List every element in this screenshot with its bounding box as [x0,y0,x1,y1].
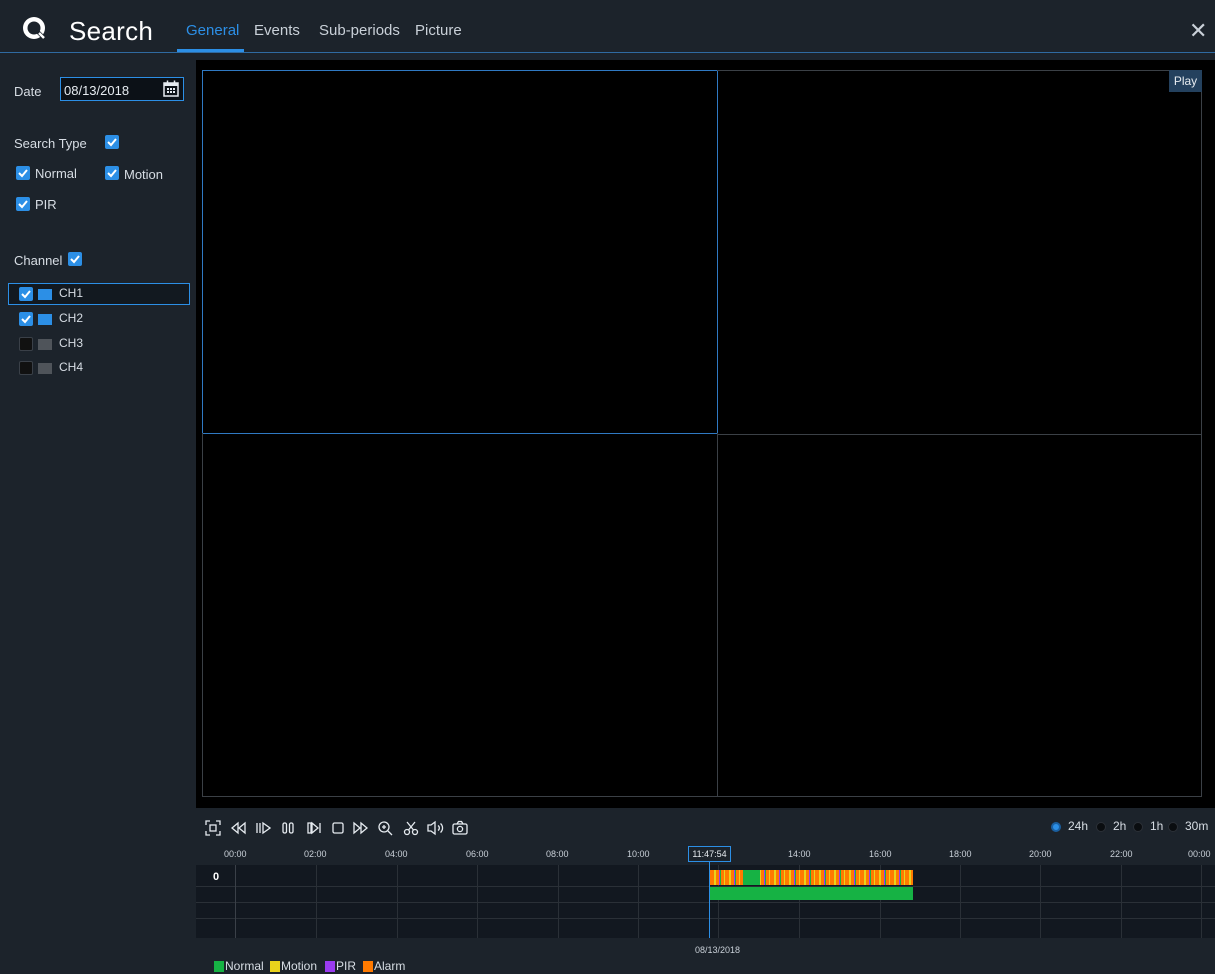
tab-general[interactable]: General [186,22,239,39]
legend-normal-swatch [214,961,224,972]
timeline-gridline [316,865,317,938]
scale-2h-radio[interactable] [1096,822,1106,832]
tick-label: 04:00 [385,849,408,859]
timeline-gridline [960,865,961,938]
tick-label: 14:00 [788,849,811,859]
ch1-label: CH1 [59,286,84,300]
volume-icon[interactable] [427,820,444,836]
ch2-color-icon [38,314,52,325]
scale-2h-label: 2h [1113,819,1127,833]
scale-24h-label: 24h [1068,819,1089,833]
timeline-row-divider [196,902,1215,903]
zoom-icon[interactable] [377,820,393,836]
timeline-gridline [477,865,478,938]
pause-icon[interactable] [280,820,296,836]
tick-label: 00:00 [1188,849,1211,859]
timeline-gridline [558,865,559,938]
normal-label: Normal [35,166,77,181]
timeline-playhead[interactable] [709,862,710,938]
play-button[interactable]: Play [1169,70,1202,92]
video-tile-1[interactable] [202,70,718,434]
step-frame-icon[interactable] [306,820,322,836]
timeline-channel-marker: 0 [213,871,220,883]
legend-alarm-label: Alarm [374,959,406,973]
tick-label: 22:00 [1110,849,1133,859]
fullscreen-icon[interactable] [205,820,221,836]
calendar-icon[interactable] [163,80,179,97]
normal-checkbox[interactable] [16,166,30,180]
video-tile-3[interactable] [202,433,718,797]
stop-icon[interactable] [330,820,346,836]
ch3-checkbox[interactable] [19,337,33,351]
motion-checkbox[interactable] [105,166,119,180]
channel-all-checkbox[interactable] [68,252,82,266]
timeline-gridline [235,865,236,938]
scale-1h-label: 1h [1150,819,1164,833]
ch2-checkbox[interactable] [19,312,33,326]
header-divider [0,52,1215,53]
ch3-color-icon [38,339,52,350]
timeline-row-divider [196,886,1215,887]
scale-30m-label: 30m [1185,819,1209,833]
ch4-checkbox[interactable] [19,361,33,375]
tab-events[interactable]: Events [254,22,300,39]
active-tab-indicator [177,49,244,52]
tab-sub-periods[interactable]: Sub-periods [319,22,400,39]
page-title: Search [69,16,154,46]
tick-label: 20:00 [1029,849,1052,859]
legend-pir-label: PIR [336,959,357,973]
timeline-gridline [1201,865,1202,938]
close-icon[interactable]: ✕ [1189,18,1207,44]
pir-label: PIR [35,197,57,212]
timeline-gridline [397,865,398,938]
ch2-label: CH2 [59,311,84,325]
legend-normal-label: Normal [225,959,264,973]
ch1-checkbox[interactable] [19,287,33,301]
fast-forward-icon[interactable] [353,820,369,836]
rewind-icon[interactable] [230,820,246,836]
snapshot-icon[interactable] [452,820,468,836]
tab-picture[interactable]: Picture [415,22,462,39]
date-value: 08/13/2018 [64,83,130,98]
timeline-events-track[interactable] [710,870,913,885]
tick-label: 16:00 [869,849,892,859]
timeline-gridline [638,865,639,938]
legend-motion-swatch [270,961,280,972]
video-tile-4[interactable] [717,434,1202,797]
timeline-normal-recording[interactable] [710,887,913,900]
timeline-gridline [1040,865,1041,938]
tick-label: 06:00 [466,849,489,859]
ch1-color-icon [38,289,52,300]
search-type-label: Search Type [14,136,87,151]
pir-checkbox[interactable] [16,197,30,211]
legend-alarm-swatch [363,961,373,972]
tick-label: 10:00 [627,849,650,859]
ch4-color-icon [38,363,52,374]
tick-label: 08:00 [546,849,569,859]
legend-pir-swatch [325,961,335,972]
timeline-date: 08/13/2018 [695,945,741,955]
current-time-marker: 11:47:54 [688,846,731,862]
clip-icon[interactable] [403,820,419,836]
channel-row-selected[interactable] [8,283,190,305]
scale-1h-radio[interactable] [1133,822,1143,832]
tick-label: 18:00 [949,849,972,859]
date-label: Date [14,84,42,99]
tick-label: 00:00 [224,849,247,859]
timeline-gridline [1121,865,1122,938]
search-icon [22,16,48,42]
ch3-label: CH3 [59,336,84,350]
timeline-normal-gap [743,870,760,885]
play-icon[interactable] [255,820,271,836]
timeline-row-divider [196,918,1215,919]
channel-label: Channel [14,253,63,268]
ch4-label: CH4 [59,360,84,374]
video-tile-2[interactable] [717,70,1202,435]
search-type-checkbox[interactable] [105,135,119,149]
tick-label: 02:00 [304,849,327,859]
scale-30m-radio[interactable] [1168,822,1178,832]
scale-24h-radio[interactable] [1051,822,1061,832]
motion-label: Motion [124,167,164,182]
legend-motion-label: Motion [281,959,318,973]
